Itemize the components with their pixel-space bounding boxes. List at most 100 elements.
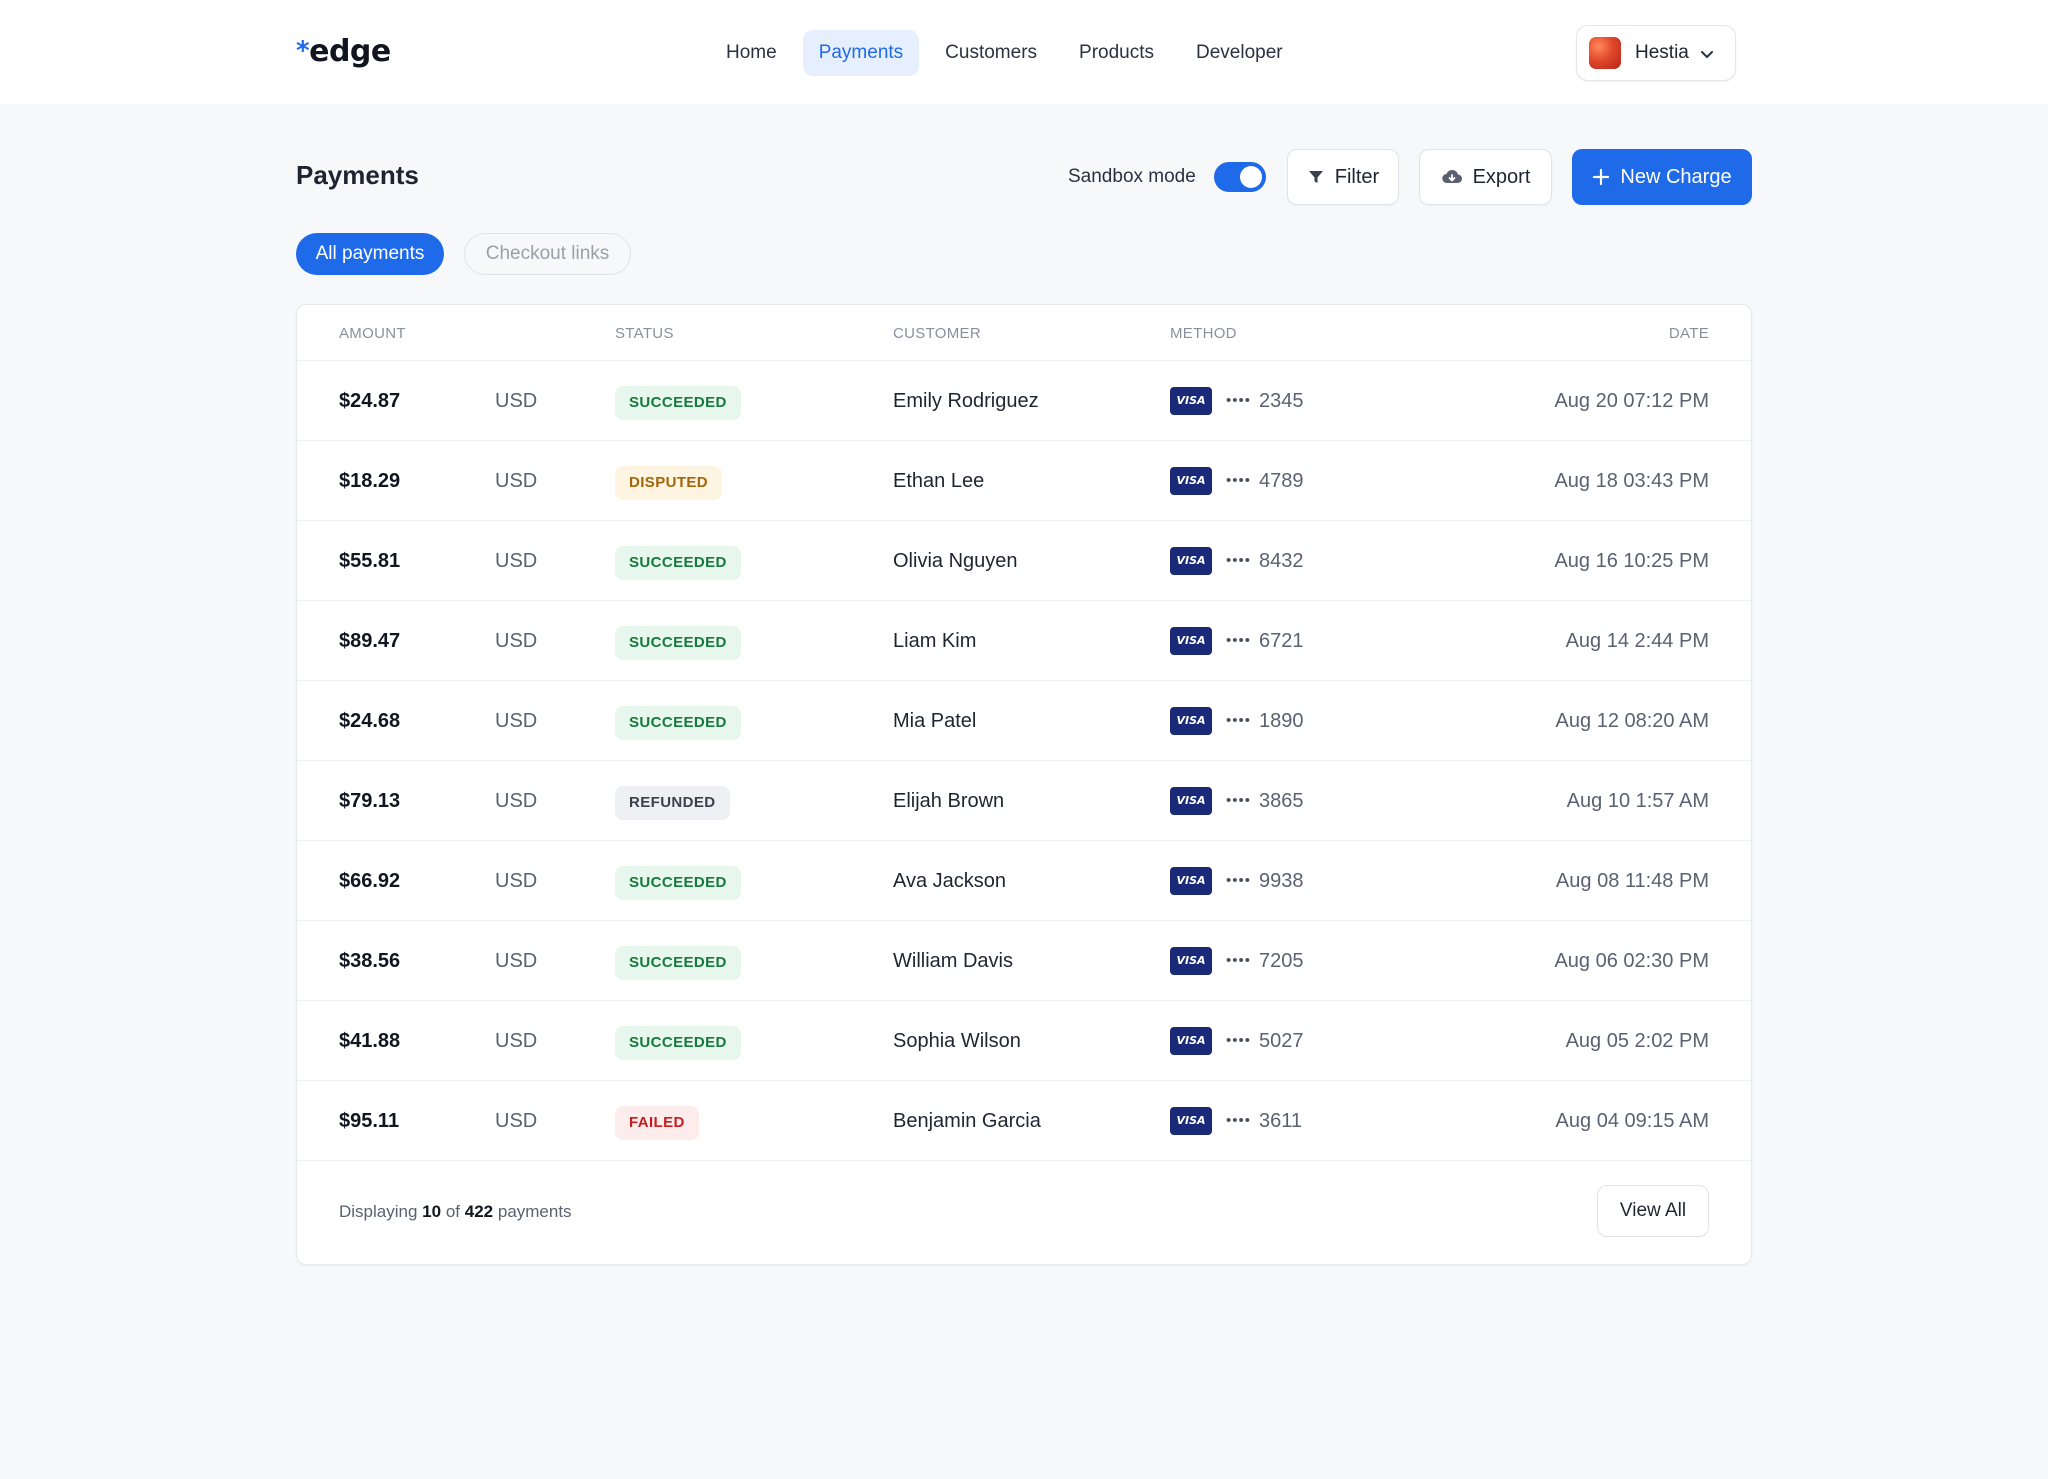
summary-total-count: 422 (464, 1202, 494, 1221)
payment-method: VISA •••• 4789 (1170, 467, 1304, 495)
nav-item-products[interactable]: Products (1063, 30, 1170, 76)
visa-card-icon: VISA (1170, 627, 1212, 655)
status-cell: FAILED (615, 1104, 699, 1140)
payment-currency: USD (495, 790, 538, 812)
payment-amount: $89.47 (339, 630, 401, 652)
status-badge: REFUNDED (615, 786, 730, 820)
payment-amount: $95.11 (339, 1110, 400, 1132)
new-charge-button[interactable]: New Charge (1572, 149, 1752, 205)
card-last-four: 2345 (1259, 390, 1304, 412)
filter-button-label: Filter (1334, 165, 1380, 188)
masked-card-dots: •••• (1226, 712, 1252, 729)
customer-name[interactable]: Olivia Nguyen (893, 521, 1018, 601)
nav-item-payments[interactable]: Payments (802, 30, 920, 76)
table-row[interactable]: $41.88 USD SUCCEEDED Sophia Wilson VISA •••• 5… (297, 1001, 1751, 1081)
customer-name[interactable]: William Davis (893, 921, 1013, 1001)
customer-name[interactable]: Ava Jackson (893, 841, 1006, 921)
view-all-button[interactable]: View All (1597, 1185, 1709, 1237)
account-switcher[interactable]: Hestia (1576, 25, 1736, 81)
summary-of: of (445, 1202, 461, 1221)
status-badge: SUCCEEDED (615, 546, 741, 580)
cloud-download-icon (1441, 169, 1462, 184)
account-name: Hestia (1635, 42, 1689, 63)
logo-text: edge (309, 34, 391, 69)
payment-method: VISA •••• 1890 (1170, 707, 1304, 735)
payment-currency: USD (495, 470, 538, 492)
table-header: AMOUNT STATUS CUSTOMER METHOD DATE (297, 305, 1751, 361)
card-last-four: 6721 (1259, 630, 1304, 652)
nav-item-home[interactable]: Home (710, 30, 793, 76)
status-cell: DISPUTED (615, 464, 723, 500)
column-header-date[interactable]: DATE (1669, 325, 1709, 342)
payment-method: VISA •••• 6721 (1170, 627, 1304, 655)
column-header-method[interactable]: METHOD (1170, 325, 1237, 342)
filter-button[interactable]: Filter (1287, 149, 1399, 205)
status-badge: SUCCEEDED (615, 1026, 741, 1060)
masked-card-dots: •••• (1226, 552, 1252, 569)
table-row[interactable]: $24.68 USD SUCCEEDED Mia Patel VISA •••• 1890 A… (297, 681, 1751, 761)
column-header-customer[interactable]: CUSTOMER (893, 325, 981, 342)
table-row[interactable]: $66.92 USD SUCCEEDED Ava Jackson VISA •••• 993… (297, 841, 1751, 921)
table-row[interactable]: $55.81 USD SUCCEEDED Olivia Nguyen VISA •••• 8… (297, 521, 1751, 601)
status-cell: REFUNDED (615, 784, 730, 820)
payment-amount: $24.68 (339, 710, 401, 732)
tab-checkout-links[interactable]: Checkout links (464, 233, 631, 275)
card-last-four: 4789 (1259, 470, 1304, 492)
nav-item-customers[interactable]: Customers (929, 30, 1053, 76)
customer-name[interactable]: Benjamin Garcia (893, 1081, 1041, 1161)
status-badge: SUCCEEDED (615, 706, 741, 740)
toggle-knob (1240, 166, 1262, 188)
payment-method: VISA •••• 3865 (1170, 787, 1304, 815)
column-header-amount[interactable]: AMOUNT (339, 325, 406, 342)
visa-card-icon: VISA (1170, 387, 1212, 415)
payment-method: VISA •••• 7205 (1170, 947, 1304, 975)
top-navigation-bar: *edge Home Payments Customers Products D… (0, 0, 2048, 104)
new-charge-button-label: New Charge (1620, 165, 1732, 188)
payment-currency: USD (495, 550, 538, 572)
visa-card-icon: VISA (1170, 787, 1212, 815)
status-cell: SUCCEEDED (615, 624, 741, 660)
payment-method: VISA •••• 9938 (1170, 867, 1304, 895)
column-header-status[interactable]: STATUS (615, 325, 674, 342)
customer-name[interactable]: Mia Patel (893, 681, 976, 761)
customer-name[interactable]: Liam Kim (893, 601, 976, 681)
visa-card-icon: VISA (1170, 1107, 1212, 1135)
status-cell: SUCCEEDED (615, 864, 741, 900)
plus-icon (1593, 168, 1610, 186)
payment-date: Aug 20 07:12 PM (1554, 390, 1709, 412)
masked-card-dots: •••• (1226, 792, 1252, 809)
card-last-four: 5027 (1259, 1030, 1304, 1052)
status-badge: SUCCEEDED (615, 386, 741, 420)
pagination-summary: Displaying 10 of 422 payments (339, 1202, 572, 1222)
status-badge: SUCCEEDED (615, 866, 741, 900)
sandbox-mode-toggle[interactable] (1214, 162, 1266, 192)
payment-date: Aug 16 10:25 PM (1554, 550, 1709, 572)
table-row[interactable]: $89.47 USD SUCCEEDED Liam Kim VISA •••• 6721 Au… (297, 601, 1751, 681)
table-row[interactable]: $38.56 USD SUCCEEDED William Davis VISA •••• 7… (297, 921, 1751, 1001)
customer-name[interactable]: Ethan Lee (893, 441, 984, 521)
table-row[interactable]: $95.11 USD FAILED Benjamin Garcia VISA •••• 36… (297, 1081, 1751, 1161)
customer-name[interactable]: Sophia Wilson (893, 1001, 1021, 1081)
payments-table: AMOUNT STATUS CUSTOMER METHOD DATE $24.8… (296, 304, 1752, 1265)
chevron-down-icon (1701, 51, 1713, 58)
tab-all-payments[interactable]: All payments (296, 233, 444, 275)
payment-date: Aug 12 08:20 AM (1555, 710, 1709, 732)
payment-date: Aug 04 09:15 AM (1555, 1110, 1709, 1132)
payment-method: VISA •••• 5027 (1170, 1027, 1304, 1055)
masked-card-dots: •••• (1226, 1032, 1252, 1049)
card-last-four: 3865 (1259, 790, 1304, 812)
table-row[interactable]: $24.87 USD SUCCEEDED Emily Rodriguez VISA •••… (297, 361, 1751, 441)
customer-name[interactable]: Elijah Brown (893, 761, 1004, 841)
table-row[interactable]: $18.29 USD DISPUTED Ethan Lee VISA •••• 4789 Au… (297, 441, 1751, 521)
export-button[interactable]: Export (1419, 149, 1552, 205)
card-last-four: 1890 (1259, 710, 1304, 732)
table-row[interactable]: $79.13 USD REFUNDED Elijah Brown VISA •••• 386… (297, 761, 1751, 841)
filter-icon (1308, 171, 1323, 183)
card-last-four: 9938 (1259, 870, 1304, 892)
nav-item-developer[interactable]: Developer (1180, 30, 1299, 76)
visa-card-icon: VISA (1170, 1027, 1212, 1055)
main-nav: Home Payments Customers Products Develop… (710, 30, 1299, 76)
customer-name[interactable]: Emily Rodriguez (893, 361, 1039, 441)
payment-method: VISA •••• 2345 (1170, 387, 1304, 415)
brand-logo[interactable]: *edge (296, 34, 391, 69)
